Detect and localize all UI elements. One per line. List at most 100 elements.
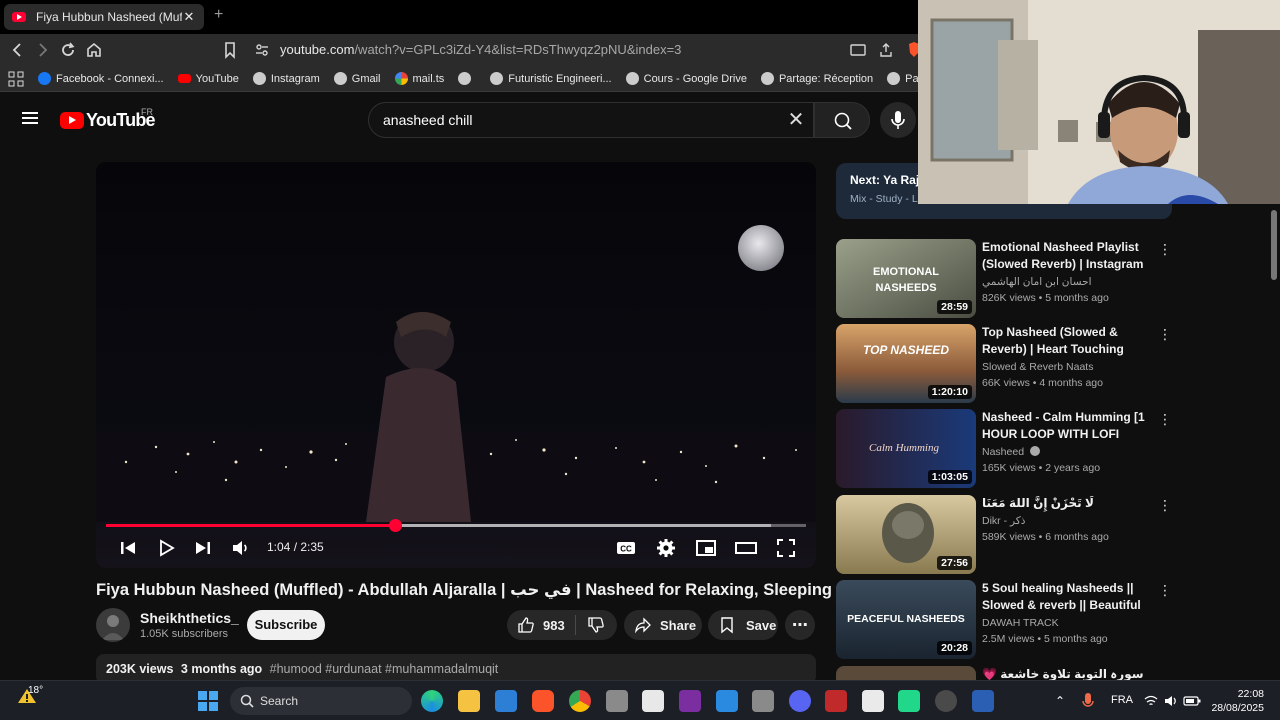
search-button[interactable] [814,102,870,138]
scrollbar-thumb[interactable] [1271,210,1277,280]
channel-name[interactable]: Slowed & Reverb Naats [982,361,1093,373]
play-icon[interactable] [154,536,178,560]
scrubber-handle[interactable] [389,519,403,532]
home-icon[interactable] [84,40,104,60]
tab-close-icon[interactable]: ✕ [182,9,196,25]
document-icon[interactable] [862,690,884,712]
video-thumbnail[interactable]: Calm Humming 1:03:05 [836,409,976,488]
channel-name[interactable]: Dikr - ذكر [982,515,1025,527]
previous-icon[interactable] [116,536,140,560]
chevron-up-icon[interactable]: ⌃ [1052,690,1068,712]
bookmark-gmail[interactable]: Gmail [333,72,381,85]
video-thumbnail[interactable]: PEACEFUL NASHEEDS 20:28 [836,580,976,659]
app-icon[interactable] [752,690,774,712]
theater-mode-icon[interactable] [734,536,758,560]
recommendation-item[interactable]: سورہ التوبة تلاوة خاشعة 💗 القارئ محمد [836,666,1176,680]
notes-icon[interactable] [642,690,664,712]
recommendation-item[interactable]: PEACEFUL NASHEEDS 20:28 5 Soul healing N… [836,580,1176,660]
miniplayer-icon[interactable] [694,536,718,560]
battery-icon[interactable] [1183,690,1201,712]
back-icon[interactable] [8,40,28,60]
microphone-icon[interactable] [1080,690,1096,712]
share-page-icon[interactable] [876,40,896,60]
video-thumbnail[interactable]: TOP NASHEED 1:20:10 [836,324,976,403]
vscode-icon[interactable] [716,690,738,712]
clear-search-icon[interactable]: ✕ [785,109,807,131]
onenote-icon[interactable] [679,690,701,712]
like-button[interactable]: 983 [507,610,575,640]
video-title[interactable]: سورہ التوبة تلاوة خاشعة 💗 القارئ محمد [982,666,1152,680]
settings-gear-icon[interactable] [654,536,678,560]
volume-icon[interactable] [228,536,252,560]
progress-bar[interactable] [106,519,806,532]
discord-icon[interactable] [789,690,811,712]
channel-name[interactable]: Sheikhthetics_ [140,610,239,626]
bookmark-futuristic[interactable]: Futuristic Engineeri... [490,72,612,85]
more-actions-button[interactable]: ⋯ [785,610,815,640]
video-thumbnail[interactable] [836,666,976,680]
channel-name[interactable]: DAWAH TRACK [982,617,1059,629]
video-title[interactable]: 5 Soul healing Nasheeds || Slowed & reve… [982,580,1152,614]
channel-name[interactable]: Nasheed [982,446,1040,458]
save-button[interactable]: Save [708,610,778,640]
recommendation-item[interactable]: TOP NASHEED 1:20:10 Top Nasheed (Slowed … [836,324,1176,404]
new-tab-button[interactable]: + [214,6,223,24]
photos-icon[interactable] [495,690,517,712]
browser-tab[interactable]: Fiya Hubbun Nasheed (Muffled) ✕ [4,4,204,30]
video-player[interactable]: 1:04 / 2:35 CC [96,162,816,568]
more-options-icon[interactable]: ⋮ [1158,241,1172,257]
url-field[interactable]: youtube.com/watch?v=GPLc3iZd-Y4&list=RDs… [280,42,681,57]
hashtags[interactable]: #humood #urdunaat #muhammadalmuqit [270,662,499,676]
forward-icon[interactable] [32,40,52,60]
video-title[interactable]: لَا تَحْزَنْ إِنَّ اللهَ مَعَنَا [982,495,1152,512]
subscribe-button[interactable]: Subscribe [247,610,325,640]
bookmark-facebook[interactable]: Facebook - Connexi... [38,72,164,85]
recommendation-item[interactable]: 27:56 لَا تَحْزَنْ إِنَّ اللهَ مَعَنَا D… [836,495,1176,575]
next-icon[interactable] [191,536,215,560]
video-thumbnail[interactable]: 27:56 [836,495,976,574]
start-icon[interactable] [197,690,219,712]
file-explorer-icon[interactable] [458,690,480,712]
more-options-icon[interactable]: ⋮ [1158,497,1172,513]
channel-avatar[interactable] [96,608,130,642]
captions-icon[interactable]: CC [614,536,638,560]
site-settings-icon[interactable] [252,40,272,60]
chrome-icon[interactable] [569,690,591,712]
bookmark-icon[interactable] [220,40,240,60]
system-clock[interactable]: 22:08 28/08/2025 [1210,687,1264,715]
brave-icon[interactable] [532,690,554,712]
weather-widget[interactable]: 18° [16,685,43,708]
taskbar-search[interactable]: Search [230,687,412,715]
bookmark-unnamed[interactable] [458,72,476,85]
reload-icon[interactable] [58,40,78,60]
channel-name[interactable]: احسان ابن امان الهاشمي [982,276,1092,288]
obs-icon[interactable] [935,690,957,712]
edge-icon[interactable] [421,690,443,712]
share-button[interactable]: Share [624,610,702,640]
bookmark-drive[interactable]: Cours - Google Drive [625,72,747,85]
search-box[interactable]: anasheed chill ✕ [368,102,814,138]
wifi-icon[interactable] [1143,690,1159,712]
more-options-icon[interactable]: ⋮ [1158,411,1172,427]
voicemeeter-icon[interactable] [825,690,847,712]
recommendation-item[interactable]: Calm Humming 1:03:05 Nasheed - Calm Humm… [836,409,1176,489]
speaker-icon[interactable] [1163,690,1179,712]
video-thumbnail[interactable]: EMOTIONAL NASHEEDS 28:59 [836,239,976,318]
pycharm-icon[interactable] [898,690,920,712]
search-input[interactable]: anasheed chill [383,112,473,128]
app-icon[interactable] [606,690,628,712]
fullscreen-icon[interactable] [774,536,798,560]
apps-grid-icon[interactable] [8,71,24,87]
menu-icon[interactable] [22,112,38,124]
bookmark-mail[interactable]: mail.ts [394,72,444,85]
dislike-button[interactable] [576,610,616,640]
bookmark-partage-1[interactable]: Partage: Réception [760,72,873,85]
bookmark-instagram[interactable]: Instagram [252,72,320,85]
video-title[interactable]: Nasheed - Calm Humming [1 HOUR LOOP WITH… [982,409,1152,443]
more-options-icon[interactable]: ⋮ [1158,582,1172,598]
video-title[interactable]: Emotional Nasheed Playlist (Slowed Rever… [982,239,1152,273]
bookmark-youtube[interactable]: YouTube [177,73,239,85]
recommendation-item[interactable]: EMOTIONAL NASHEEDS 28:59 Emotional Nashee… [836,239,1176,319]
voice-search-button[interactable] [880,102,916,138]
video-title[interactable]: Top Nasheed (Slowed & Reverb) | Heart To… [982,324,1152,358]
